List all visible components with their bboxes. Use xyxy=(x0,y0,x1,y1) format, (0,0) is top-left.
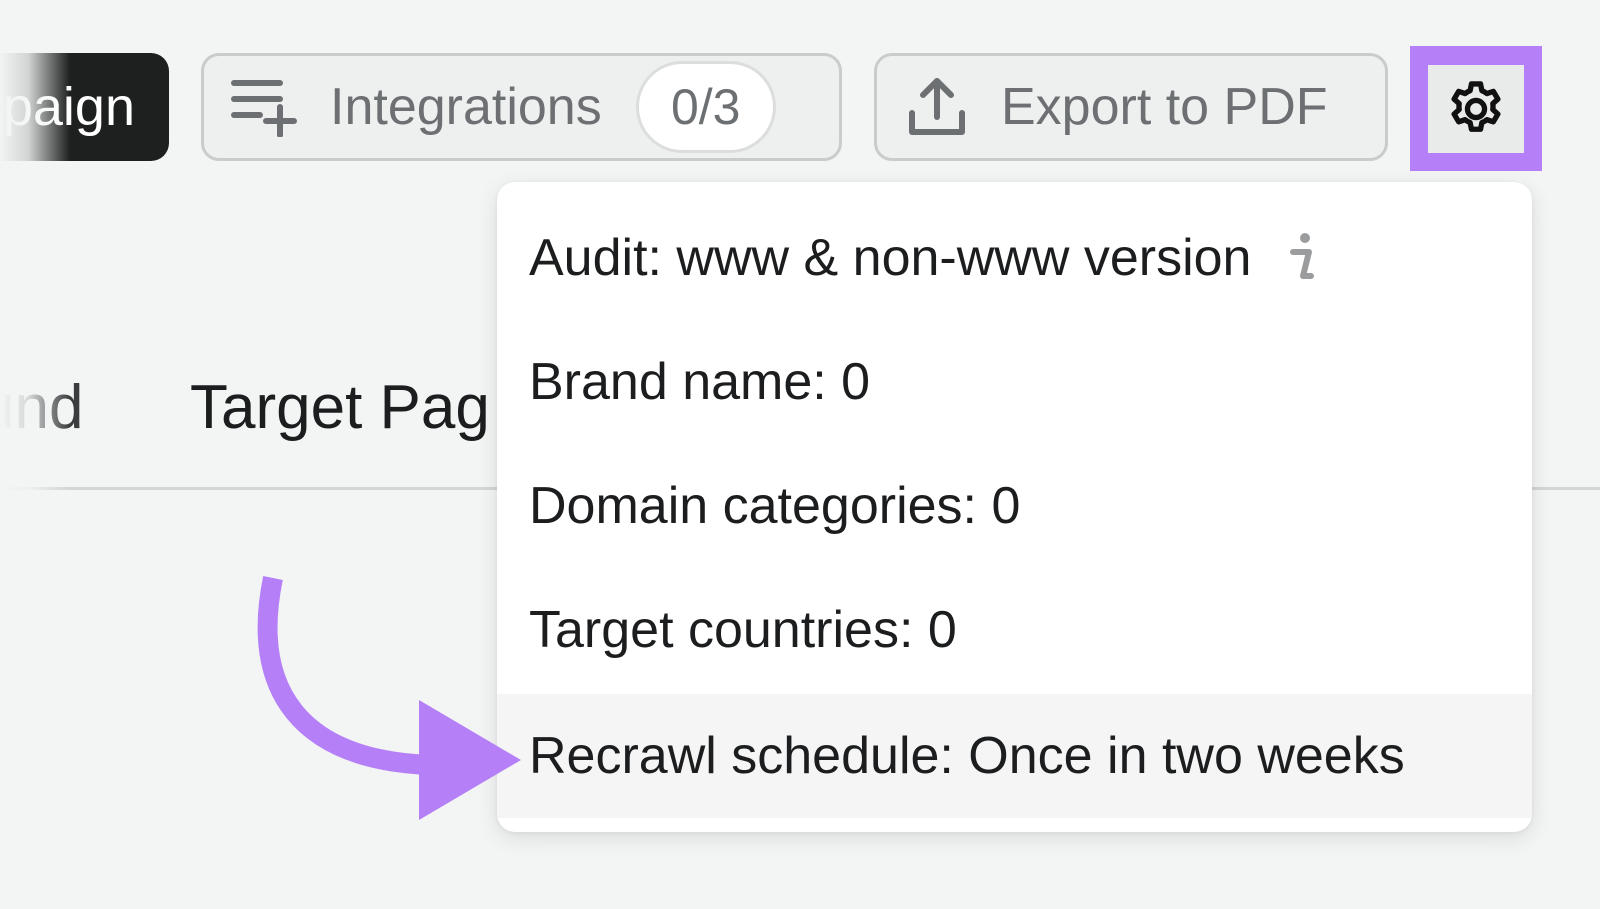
gear-icon xyxy=(1451,81,1501,132)
menu-item-recrawl-schedule[interactable]: Recrawl schedule: Once in two weeks xyxy=(497,694,1532,818)
campaign-button-label: paign xyxy=(2,77,135,137)
menu-item-label: Domain categories: 0 xyxy=(529,477,1021,535)
menu-item-domain-categories[interactable]: Domain categories: 0 xyxy=(497,444,1532,568)
info-icon[interactable] xyxy=(1281,230,1321,286)
upload-icon xyxy=(909,78,965,135)
export-label: Export to PDF xyxy=(1001,78,1328,136)
menu-item-target-countries[interactable]: Target countries: 0 xyxy=(497,568,1532,692)
menu-item-label: Target countries: 0 xyxy=(529,601,957,659)
integrations-count-badge: 0/3 xyxy=(635,61,776,153)
menu-item-audit-version[interactable]: Audit: www & non-www version xyxy=(497,196,1532,320)
menu-item-label: Audit: www & non-www version xyxy=(529,229,1252,287)
settings-button[interactable] xyxy=(1428,65,1524,153)
campaign-button[interactable]: paign xyxy=(0,53,169,161)
export-pdf-button[interactable]: Export to PDF xyxy=(874,53,1388,161)
tab-target-pages[interactable]: Target Pag xyxy=(190,372,490,443)
settings-dropdown-menu: Audit: www & non-www version Brand name:… xyxy=(497,182,1532,832)
menu-item-label: Brand name: 0 xyxy=(529,353,871,411)
app-stage: paign Integrations 0/3 Export to PDF nd … xyxy=(0,0,1600,909)
tab-previous[interactable]: und xyxy=(0,372,83,443)
integrations-label: Integrations xyxy=(330,78,602,136)
menu-item-brand-name[interactable]: Brand name: 0 xyxy=(497,320,1532,444)
integrations-button[interactable]: Integrations 0/3 xyxy=(201,53,842,161)
playlist-add-icon xyxy=(231,80,297,137)
menu-item-label: Recrawl schedule: Once in two weeks xyxy=(529,727,1405,785)
